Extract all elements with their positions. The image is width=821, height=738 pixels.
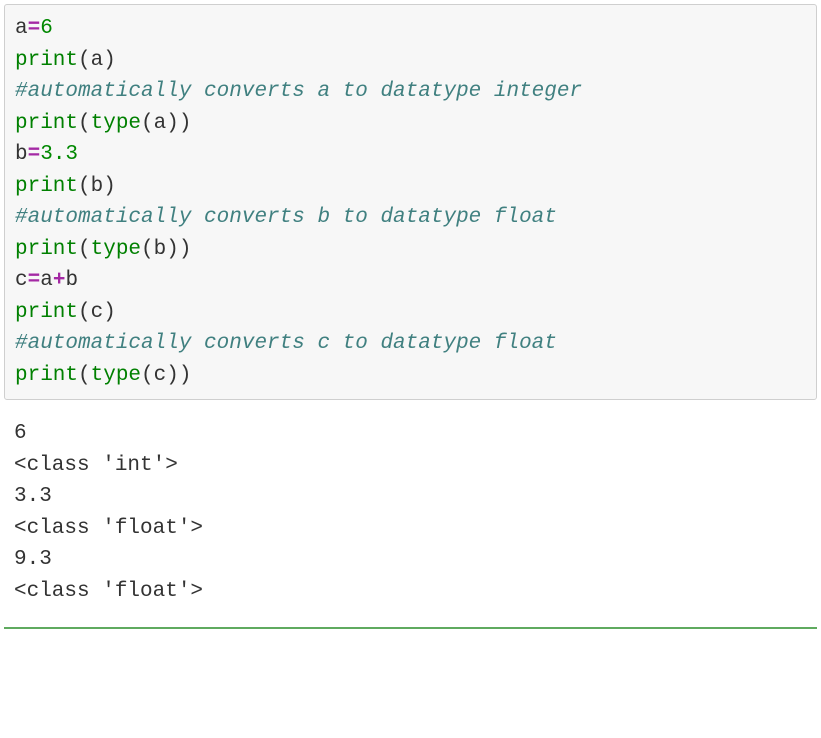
divider bbox=[4, 627, 817, 629]
code-token: )) bbox=[166, 112, 191, 135]
code-line: print(b) bbox=[15, 171, 806, 203]
code-token: = bbox=[28, 17, 41, 40]
code-token: ( bbox=[78, 49, 91, 72]
output-line: 6 bbox=[14, 418, 807, 450]
code-token: b bbox=[91, 175, 104, 198]
code-line: #automatically converts a to datatype in… bbox=[15, 76, 806, 108]
code-token: ( bbox=[141, 364, 154, 387]
code-token: ) bbox=[103, 175, 116, 198]
code-line: #automatically converts c to datatype fl… bbox=[15, 328, 806, 360]
code-token: a bbox=[91, 49, 104, 72]
code-line: print(type(b)) bbox=[15, 234, 806, 266]
code-token: print bbox=[15, 301, 78, 324]
code-token: c bbox=[15, 269, 28, 292]
output-line: <class 'int'> bbox=[14, 450, 807, 482]
output-line: <class 'float'> bbox=[14, 513, 807, 545]
code-line: print(type(a)) bbox=[15, 108, 806, 140]
code-token: ( bbox=[141, 238, 154, 261]
output-line: 9.3 bbox=[14, 544, 807, 576]
code-token: b bbox=[15, 143, 28, 166]
code-token: a bbox=[15, 17, 28, 40]
code-token: c bbox=[154, 364, 167, 387]
code-token: print bbox=[15, 112, 78, 135]
code-comment: #automatically converts a to datatype in… bbox=[15, 80, 582, 103]
code-token: ) bbox=[103, 49, 116, 72]
code-line: print(type(c)) bbox=[15, 360, 806, 392]
code-token: )) bbox=[166, 238, 191, 261]
code-cell: a=6 print(a) #automatically converts a t… bbox=[4, 4, 817, 400]
code-token: 6 bbox=[40, 17, 53, 40]
code-token: 3.3 bbox=[40, 143, 78, 166]
code-token: ( bbox=[78, 175, 91, 198]
code-token: type bbox=[91, 364, 141, 387]
output-cell: 6 <class 'int'> 3.3 <class 'float'> 9.3 … bbox=[4, 414, 817, 611]
code-line: a=6 bbox=[15, 13, 806, 45]
code-token: ( bbox=[78, 112, 91, 135]
code-token: type bbox=[91, 238, 141, 261]
output-line: <class 'float'> bbox=[14, 576, 807, 608]
code-line: c=a+b bbox=[15, 265, 806, 297]
code-token: ( bbox=[78, 238, 91, 261]
code-line: print(a) bbox=[15, 45, 806, 77]
code-token: ( bbox=[141, 112, 154, 135]
code-token: ) bbox=[103, 301, 116, 324]
code-token: c bbox=[91, 301, 104, 324]
code-token: ( bbox=[78, 301, 91, 324]
code-token: print bbox=[15, 364, 78, 387]
code-comment: #automatically converts b to datatype fl… bbox=[15, 206, 557, 229]
code-token: )) bbox=[166, 364, 191, 387]
code-token: type bbox=[91, 112, 141, 135]
code-token: ( bbox=[78, 364, 91, 387]
code-token: = bbox=[28, 143, 41, 166]
code-line: print(c) bbox=[15, 297, 806, 329]
code-line: b=3.3 bbox=[15, 139, 806, 171]
code-token: a bbox=[40, 269, 53, 292]
code-line: #automatically converts b to datatype fl… bbox=[15, 202, 806, 234]
code-token: print bbox=[15, 175, 78, 198]
code-token: b bbox=[154, 238, 167, 261]
code-token: a bbox=[154, 112, 167, 135]
code-token: + bbox=[53, 269, 66, 292]
code-token: print bbox=[15, 49, 78, 72]
code-comment: #automatically converts c to datatype fl… bbox=[15, 332, 557, 355]
code-token: = bbox=[28, 269, 41, 292]
code-token: b bbox=[65, 269, 78, 292]
output-line: 3.3 bbox=[14, 481, 807, 513]
code-token: print bbox=[15, 238, 78, 261]
